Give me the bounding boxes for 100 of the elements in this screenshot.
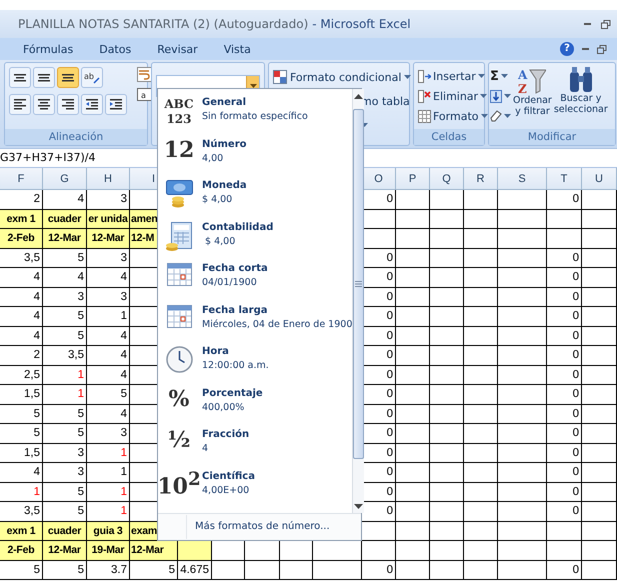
table-cell: 4 (87, 366, 130, 385)
eraser-icon[interactable] (490, 110, 502, 122)
table-cell (430, 482, 464, 502)
column-header[interactable]: F (0, 168, 43, 190)
format-cells-icon[interactable] (418, 110, 431, 122)
table-cell (582, 288, 617, 307)
table-cell (582, 346, 617, 366)
format-option[interactable]: ½ Fracción 4 (158, 427, 352, 468)
table-cell (582, 210, 617, 229)
column-header[interactable]: T (547, 168, 582, 190)
column-header[interactable]: Q (430, 168, 464, 190)
autosum-button[interactable]: Σ (490, 68, 499, 84)
ribbon-tab[interactable]: Vista (210, 40, 264, 58)
table-cell (430, 190, 464, 210)
table-cell (498, 346, 547, 366)
format-button[interactable]: Formato (433, 110, 478, 122)
ribbon-tab[interactable]: Fórmulas (10, 40, 86, 58)
table-cell: 5 (43, 307, 87, 326)
column-header[interactable]: R (464, 168, 498, 190)
format-sample: Sin formato específico (202, 111, 308, 122)
increase-indent-button[interactable] (105, 94, 127, 115)
table-cell (498, 268, 547, 288)
table-cell (498, 385, 547, 404)
column-header[interactable]: P (396, 168, 430, 190)
format-glyph: ½ (168, 429, 190, 451)
table-cell: 12-Mar (87, 229, 130, 248)
fill-down-icon[interactable] (490, 90, 502, 102)
table-cell (582, 248, 617, 268)
format-option[interactable]: Fecha larga Miércoles, 04 de Enero de 1900 (158, 302, 352, 344)
table-cell: er unida (87, 210, 130, 229)
scrollbar[interactable] (352, 89, 364, 513)
table-cell: 5 (43, 404, 87, 424)
restore-icon[interactable] (597, 44, 607, 54)
delete-rows-icon[interactable] (418, 90, 431, 102)
column-header[interactable]: O (362, 168, 396, 190)
table-cell: 12-Mar (43, 541, 87, 560)
table-cell (464, 326, 498, 346)
table-cell (396, 346, 430, 366)
table-cell (396, 424, 430, 444)
caret-icon (500, 74, 508, 78)
table-cell (582, 404, 617, 424)
angled-text-button[interactable]: ab (81, 67, 103, 88)
help-button[interactable]: ? (560, 42, 574, 56)
format-option[interactable]: % Porcentaje 400,00% (158, 386, 352, 427)
insert-rows-icon[interactable] (418, 70, 431, 82)
scroll-down-icon[interactable] (354, 504, 364, 508)
table-cell (396, 210, 430, 229)
format-name: Fecha larga (202, 304, 268, 316)
table-cell (396, 268, 430, 288)
format-option[interactable]: ABC 123 General Sin formato específico (158, 95, 352, 136)
table-cell (582, 190, 617, 210)
table-cell (245, 560, 280, 580)
align-middle-button[interactable] (33, 67, 55, 88)
wrap-text-icon[interactable] (137, 67, 152, 82)
format-option[interactable]: Fecha corta 04/01/1900 (158, 261, 352, 302)
clock-icon (166, 346, 192, 373)
align-center-button[interactable] (33, 94, 55, 115)
delete-button[interactable]: Eliminar (433, 90, 478, 102)
table-cell (464, 541, 498, 560)
align-left-button[interactable] (9, 94, 31, 115)
table-cell: 0 (547, 248, 582, 268)
ribbon-tab[interactable]: Revisar (144, 40, 211, 58)
binoculars-icon[interactable] (568, 67, 593, 93)
table-cell: 1,5 (0, 385, 43, 404)
table-cell: 1 (87, 444, 130, 463)
table-cell (396, 326, 430, 346)
align-top-button[interactable] (9, 67, 31, 88)
table-cell: 3 (87, 424, 130, 444)
restore-icon[interactable] (601, 20, 611, 28)
table-cell (430, 424, 464, 444)
table-cell: 0 (547, 268, 582, 288)
table-cell (396, 248, 430, 268)
column-header[interactable]: S (498, 168, 547, 190)
ribbon-tab[interactable]: Datos (86, 40, 144, 58)
table-cell (396, 307, 430, 326)
table-cell: 0 (547, 190, 582, 210)
format-option[interactable]: Hora 12:00:00 a.m. (158, 344, 352, 386)
conditional-format-button[interactable]: Formato condicional (290, 70, 402, 84)
table-cell (464, 210, 498, 229)
table-cell: 3,5 (0, 248, 43, 268)
column-header[interactable]: H (87, 168, 130, 190)
scroll-up-icon[interactable] (354, 94, 364, 98)
find-select-button[interactable]: Buscar y seleccionar (554, 93, 608, 115)
table-cell: cuader (43, 522, 87, 541)
column-header[interactable]: G (43, 168, 87, 190)
table-cell (396, 502, 430, 522)
format-sample: 400,00% (202, 402, 246, 412)
conditional-format-icon[interactable] (273, 70, 287, 84)
align-right-button[interactable] (57, 94, 79, 115)
align-bottom-button[interactable] (57, 67, 79, 88)
table-cell (396, 366, 430, 385)
table-cell: 5 (43, 424, 87, 444)
sort-filter-button[interactable]: Ordenar y filtrar (513, 95, 552, 117)
column-header[interactable]: U (582, 168, 617, 190)
align-top-icon (14, 74, 26, 82)
decrease-indent-button[interactable] (81, 94, 103, 115)
insert-button[interactable]: Insertar (433, 70, 476, 82)
table-cell (464, 482, 498, 502)
table-cell: 19-Mar (87, 541, 130, 560)
table-cell: 0 (547, 288, 582, 307)
